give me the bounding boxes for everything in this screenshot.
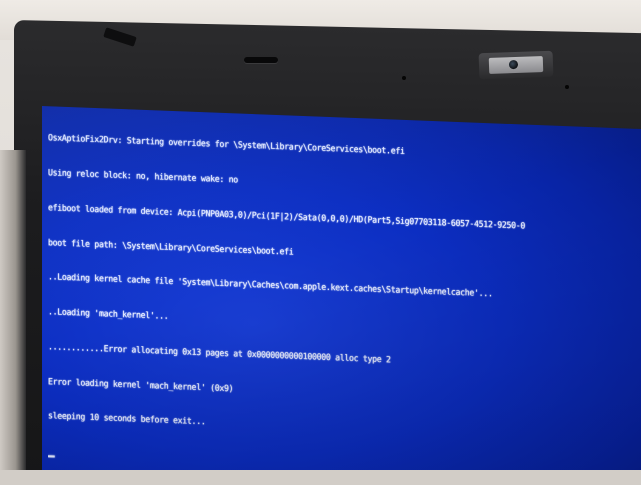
bezel-sensor-dot	[565, 85, 569, 89]
laptop-side-edge	[0, 150, 26, 485]
console-line: ..Loading kernel cache file 'System\Libr…	[48, 272, 493, 300]
console-line: OsxAptioFix2Drv: Starting overrides for …	[48, 133, 405, 158]
console-line: Error loading kernel 'mach_kernel' (0x9)	[48, 376, 234, 395]
boot-console: OsxAptioFix2Drv: Starting overrides for …	[48, 110, 620, 485]
webcam-shutter	[488, 56, 544, 74]
laptop-screen: OsxAptioFix2Drv: Starting overrides for …	[42, 106, 641, 485]
console-line: ............Error allocating 0x13 pages …	[48, 342, 391, 366]
console-line: efiboot loaded from device: Acpi(PNP0A03…	[48, 202, 525, 232]
webcam-lens-icon	[508, 59, 519, 70]
bezel-sensor-dot	[402, 76, 406, 80]
console-line: Using reloc block: no, hibernate wake: n…	[48, 168, 238, 186]
photo-scene: OsxAptioFix2Drv: Starting overrides for …	[0, 0, 641, 485]
table-surface	[0, 470, 641, 485]
webcam	[478, 50, 554, 80]
text-cursor	[48, 455, 55, 458]
microphone-slot	[244, 57, 278, 63]
console-line: ..Loading 'mach_kernel'...	[48, 307, 169, 322]
console-line: boot file path: \System\Library\CoreServ…	[48, 237, 294, 258]
console-line: sleeping 10 seconds before exit...	[48, 411, 206, 428]
